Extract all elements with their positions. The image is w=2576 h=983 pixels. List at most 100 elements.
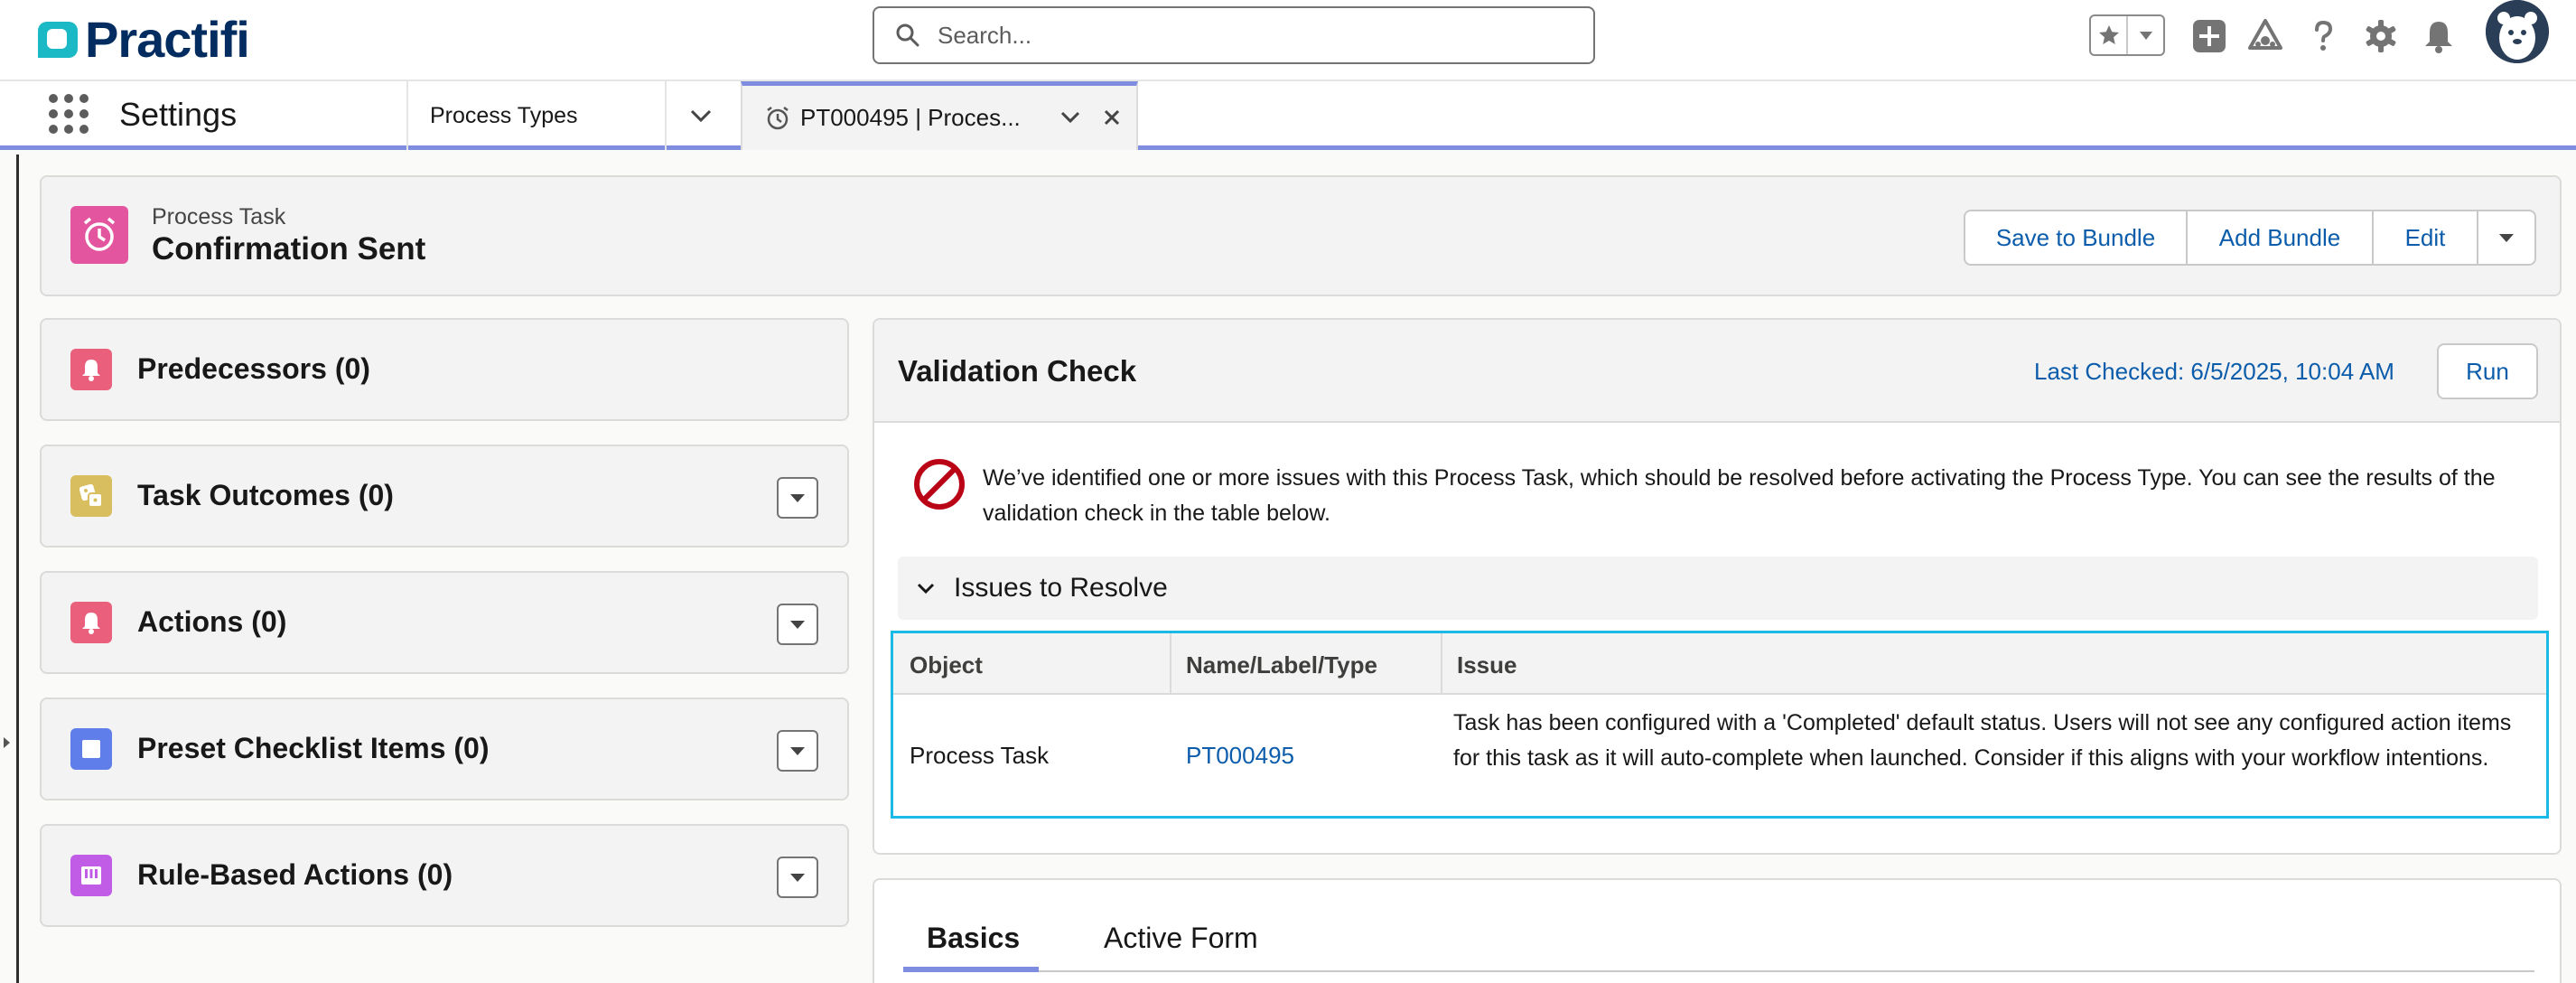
- caret-down-icon: [790, 747, 805, 755]
- notifications-button[interactable]: [2419, 16, 2459, 56]
- alarm-clock-icon: [767, 106, 789, 129]
- tab-basics[interactable]: Basics: [927, 922, 1020, 955]
- detail-tabs-card: Basics Active Form: [873, 878, 2562, 983]
- app-launcher-button[interactable]: [49, 94, 89, 134]
- related-list-task-outcomes: Task Outcomes (0): [40, 445, 849, 548]
- cell-issue: Task has been configured with a 'Complet…: [1453, 710, 2512, 771]
- tab-active-form[interactable]: Active Form: [1104, 922, 1258, 955]
- last-checked-text: Last Checked: 6/5/2025, 10:04 AM: [2034, 358, 2394, 385]
- trailhead-icon: [2248, 19, 2282, 50]
- cell-object: Process Task: [910, 742, 1050, 769]
- checkbox-icon: [70, 728, 112, 770]
- launcher-dot: [79, 125, 89, 134]
- close-icon[interactable]: [1098, 104, 1125, 131]
- column-header-object: Object: [910, 651, 983, 679]
- search-input[interactable]: [938, 21, 1570, 50]
- search-icon: [896, 23, 919, 47]
- tab-pt000495[interactable]: PT000495 | Proces...: [741, 81, 1138, 150]
- nav-item-process-types[interactable]: Process Types: [430, 103, 578, 129]
- launcher-dot: [49, 109, 58, 118]
- run-button[interactable]: Run: [2437, 343, 2538, 399]
- launcher-dot: [79, 94, 89, 103]
- favorites-button-group: [2089, 14, 2165, 56]
- left-rail: [16, 154, 19, 983]
- cell-name-link[interactable]: PT000495: [1186, 742, 1294, 770]
- nav-divider: [406, 81, 408, 150]
- column-header-issue: Issue: [1457, 651, 1517, 679]
- dice-icon: [70, 475, 112, 517]
- edit-button[interactable]: Edit: [2372, 210, 2478, 266]
- related-list-menu-button[interactable]: [777, 857, 818, 898]
- table-header-row: Object Name/Label/Type Issue: [893, 633, 2546, 695]
- app-name: Settings: [119, 96, 238, 133]
- error-ban-icon: [914, 459, 965, 510]
- app-navigation-bar: Settings Process Types PT000495 | Proces…: [0, 81, 2576, 150]
- related-list-title[interactable]: Task Outcomes (0): [137, 479, 394, 512]
- tabs-baseline: [903, 970, 2534, 972]
- caret-down-icon: [790, 874, 805, 882]
- related-list-menu-button[interactable]: [777, 477, 818, 519]
- record-title: Confirmation Sent: [152, 231, 426, 267]
- help-icon: [2315, 20, 2333, 51]
- star-icon: [2098, 25, 2119, 44]
- launcher-dot: [64, 125, 73, 134]
- related-list-actions: Actions (0): [40, 571, 849, 674]
- gear-icon: [2366, 20, 2396, 52]
- record-actions: Save to Bundle Add Bundle Edit: [1964, 210, 2536, 266]
- practifi-logo[interactable]: Practifi: [36, 7, 250, 70]
- logo-text: Practifi: [85, 10, 250, 68]
- validation-check-header: Validation Check Last Checked: 6/5/2025,…: [874, 320, 2560, 423]
- caret-down-icon: [2499, 234, 2514, 242]
- related-list-title[interactable]: Rule-Based Actions (0): [137, 858, 453, 892]
- launcher-dot: [79, 109, 89, 118]
- trailhead-button[interactable]: [2245, 16, 2285, 56]
- issues-to-resolve-section-toggle[interactable]: Issues to Resolve: [898, 557, 2538, 620]
- global-search[interactable]: [873, 6, 1595, 64]
- expand-arrow-icon[interactable]: [4, 737, 10, 748]
- launcher-dot: [64, 109, 73, 118]
- global-header: Practifi: [0, 0, 2576, 81]
- validation-check-card: Validation Check Last Checked: 6/5/2025,…: [873, 318, 2562, 855]
- process-task-record-icon: [70, 206, 128, 264]
- record-type-label: Process Task: [152, 204, 286, 229]
- column-header-name: Name/Label/Type: [1186, 651, 1377, 679]
- more-actions-button[interactable]: [2477, 210, 2536, 266]
- caret-down-icon: [2139, 32, 2152, 40]
- setup-button[interactable]: [2361, 16, 2401, 56]
- user-avatar[interactable]: [2486, 0, 2549, 63]
- chevron-down-icon: [917, 583, 935, 594]
- bell-icon: [2425, 22, 2452, 53]
- related-list-predecessors: Predecessors (0): [40, 318, 849, 421]
- launcher-dot: [49, 125, 58, 134]
- favorites-star-button[interactable]: [2091, 16, 2126, 54]
- avatar-icon: [2486, 0, 2549, 63]
- issues-section-label: Issues to Resolve: [954, 573, 1168, 603]
- global-actions-button[interactable]: [2189, 16, 2229, 56]
- nav-divider: [665, 81, 667, 150]
- chevron-down-icon[interactable]: [1057, 104, 1084, 131]
- active-tab-indicator: [903, 967, 1039, 972]
- issues-table: Object Name/Label/Type Issue Process Tas…: [891, 631, 2549, 819]
- record-header: Process Task Confirmation Sent Save to B…: [40, 175, 2562, 296]
- favorites-list-button[interactable]: [2126, 16, 2163, 54]
- add-bundle-button[interactable]: Add Bundle: [2186, 210, 2374, 266]
- related-list-title[interactable]: Preset Checklist Items (0): [137, 732, 490, 765]
- chevron-down-icon[interactable]: [686, 101, 715, 130]
- tab-label: PT000495 | Proces...: [800, 104, 1021, 131]
- related-list-menu-button[interactable]: [777, 604, 818, 645]
- related-list-title[interactable]: Actions (0): [137, 605, 286, 639]
- caret-down-icon: [790, 621, 805, 629]
- related-list-title[interactable]: Predecessors (0): [137, 352, 370, 386]
- save-to-bundle-button[interactable]: Save to Bundle: [1964, 210, 2188, 266]
- launcher-dot: [49, 94, 58, 103]
- related-list-menu-button[interactable]: [777, 730, 818, 772]
- related-list-preset-checklist-items: Preset Checklist Items (0): [40, 697, 849, 800]
- help-button[interactable]: [2303, 16, 2343, 56]
- add-icon: [2193, 20, 2226, 52]
- caret-down-icon: [790, 494, 805, 502]
- bell-icon: [70, 602, 112, 643]
- validation-check-title: Validation Check: [898, 354, 1137, 388]
- column-divider: [1170, 633, 1171, 695]
- related-list-rule-based-actions: Rule-Based Actions (0): [40, 824, 849, 927]
- launcher-dot: [64, 94, 73, 103]
